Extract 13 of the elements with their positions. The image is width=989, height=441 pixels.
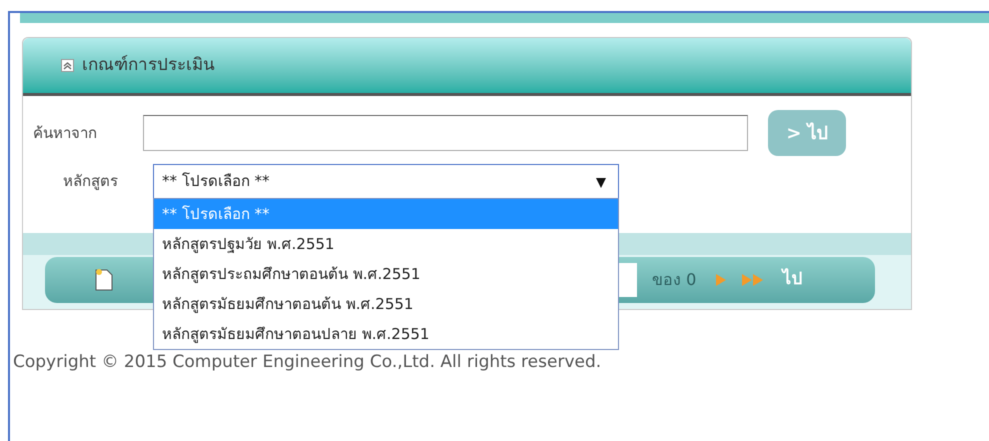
- copyright-text: Copyright © 2015 Computer Engineering Co.,Ltd. All rights reserved.: [13, 351, 602, 374]
- course-label: หลักสูตร: [63, 171, 119, 192]
- dropdown-option[interactable]: หลักสูตรมัธยมศึกษาตอนปลาย พ.ศ.2551: [154, 319, 618, 349]
- caret-icon: [596, 178, 606, 188]
- search-label: ค้นหาจาก: [33, 122, 98, 144]
- dropdown-option[interactable]: หลักสูตรมัธยมศึกษาตอนต้น พ.ศ.2551: [154, 289, 618, 319]
- dropdown-option[interactable]: หลักสูตรประถมศึกษาตอนต้น พ.ศ.2551: [154, 259, 618, 289]
- collapse-icon[interactable]: [61, 59, 74, 72]
- search-field[interactable]: [143, 115, 748, 151]
- new-document-icon[interactable]: [95, 269, 113, 291]
- page-count: ของ 0: [652, 269, 696, 291]
- panel-title: เกณฑ์การประเมิน: [82, 54, 215, 77]
- dropdown-option[interactable]: หลักสูตรปฐมวัย พ.ศ.2551: [154, 229, 618, 259]
